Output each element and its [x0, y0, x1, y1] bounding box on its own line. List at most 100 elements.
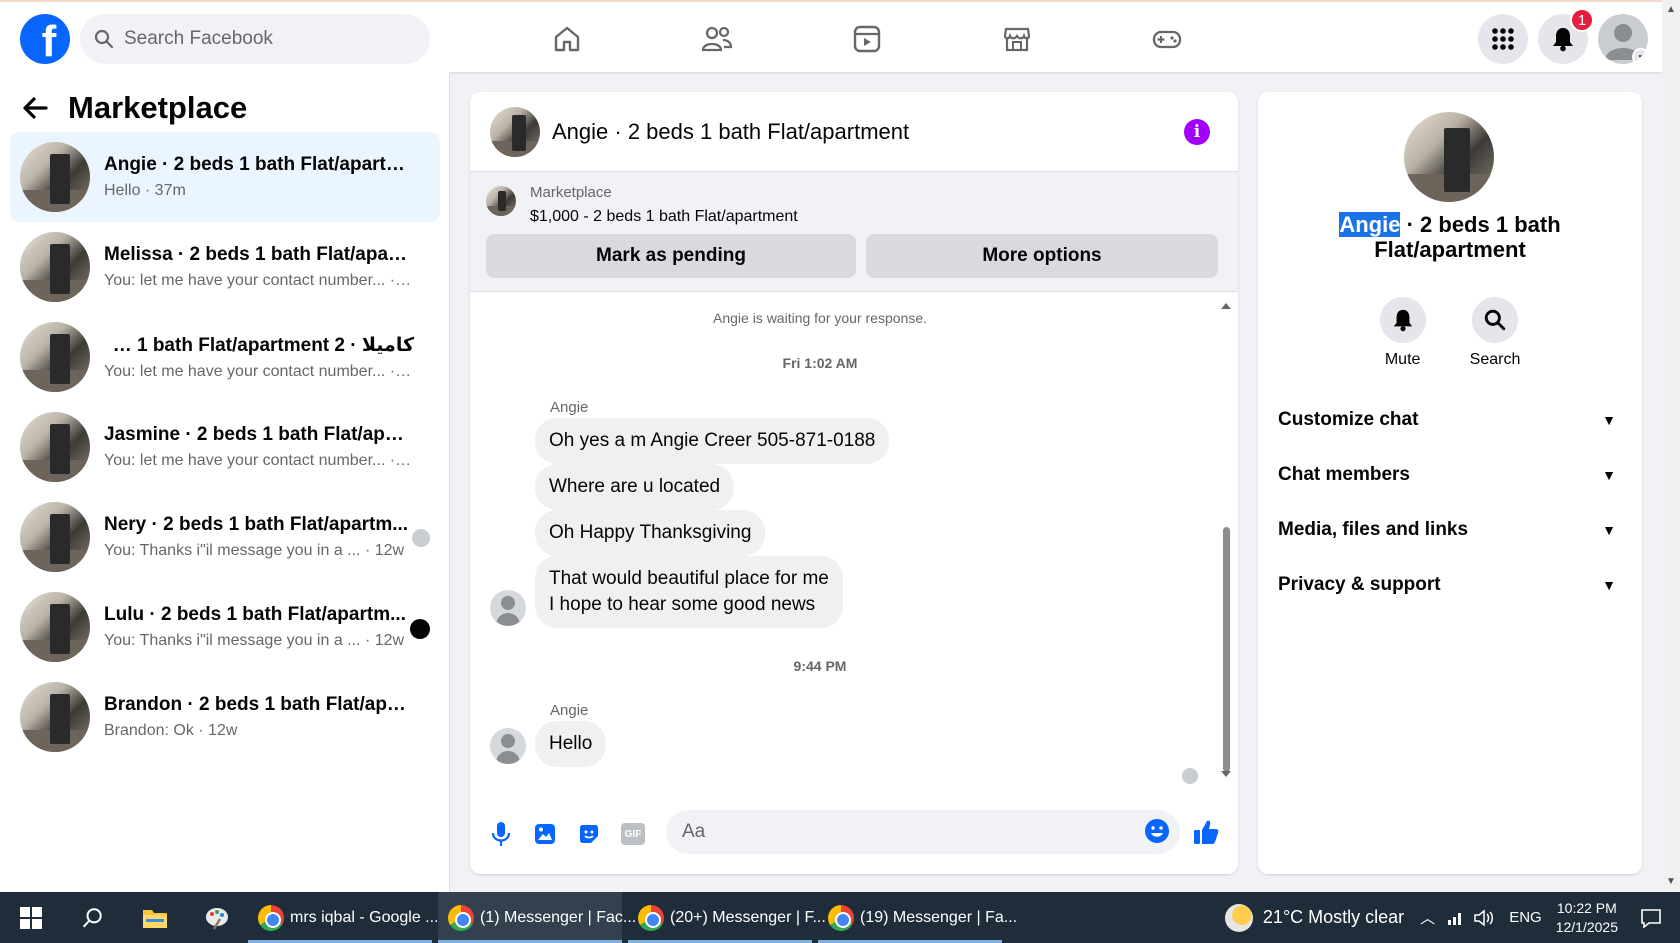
conversation-name: Nery · 2 beds 1 bath Flat/apartm... [104, 514, 409, 535]
weather-text[interactable]: 21°C Mostly clear [1263, 907, 1404, 928]
video-reels-icon[interactable] [792, 16, 942, 62]
message-composer: GIF [470, 804, 1238, 864]
notifications-button[interactable]: 1 [1538, 8, 1594, 64]
facebook-logo-icon[interactable]: f [20, 14, 70, 64]
message-bubble[interactable]: Where are u located [535, 464, 735, 510]
message-bubble[interactable]: Hello [535, 721, 607, 767]
conversation-item[interactable]: Angie · 2 beds 1 bath Flat/apartme... He… [10, 132, 440, 222]
photo-icon[interactable] [532, 821, 558, 847]
conversation-name: Angie · 2 beds 1 bath Flat/apartme... [104, 154, 414, 175]
conversation-item[interactable]: كاميلا · 2 beds 1 bath Flat/apartment Yo… [10, 312, 440, 402]
page-scrollbar[interactable]: ▲ ▼ [1662, 0, 1680, 892]
chat-scrollbar[interactable] [1220, 302, 1232, 782]
conversation-name: Melissa · 2 beds 1 bath Flat/apart... [104, 244, 414, 265]
timestamp: 9:44 PM [793, 658, 847, 674]
scroll-up-icon[interactable]: ▲ [1666, 4, 1676, 15]
more-options-button[interactable]: More options [866, 234, 1218, 278]
privacy-support-section[interactable]: Privacy & support ▼ [1278, 557, 1622, 612]
taskbar-app-chrome[interactable]: (1) Messenger | Fac... [438, 892, 636, 943]
gaming-icon[interactable] [1092, 16, 1242, 62]
section-label: Chat members [1278, 463, 1410, 485]
sender-avatar [490, 728, 526, 764]
taskbar-app-chrome[interactable]: (19) Messenger | Fa... [818, 892, 1017, 943]
mute-button[interactable]: Mute [1379, 297, 1426, 369]
listing-mini-thumbnail[interactable] [486, 186, 516, 216]
volume-icon[interactable] [1473, 908, 1495, 927]
sticker-icon[interactable] [576, 821, 602, 847]
conversation-item[interactable]: Lulu · 2 beds 1 bath Flat/apartm... You:… [10, 582, 440, 672]
show-hidden-icons-chevron-icon[interactable]: ︿ [1420, 907, 1435, 928]
friends-icon[interactable] [642, 16, 792, 62]
bell-icon [1393, 309, 1412, 332]
listing-thumbnail [20, 682, 90, 752]
conversation-item[interactable]: Brandon · 2 beds 1 bath Flat/apart... Br… [10, 672, 440, 762]
taskbar-app-chrome[interactable]: (20+) Messenger | F... [628, 892, 826, 943]
chat-title[interactable]: Angie · 2 beds 1 bath Flat/apartment [552, 119, 909, 145]
customize-chat-section[interactable]: Customize chat ▼ [1278, 392, 1622, 447]
conversation-name: Brandon · 2 beds 1 bath Flat/apart... [104, 694, 414, 715]
section-label: Customize chat [1278, 408, 1419, 430]
highlighted-name: Angie [1339, 212, 1401, 237]
thumbs-up-icon[interactable] [1192, 818, 1220, 846]
search-icon [94, 29, 114, 49]
message-input-wrapper[interactable] [666, 810, 1180, 854]
network-icon[interactable] [1447, 910, 1465, 926]
scroll-down-icon[interactable] [1220, 770, 1232, 778]
main-nav-tabs [492, 16, 1242, 62]
info-listing-thumbnail[interactable] [1404, 112, 1494, 202]
conversation-preview: You: let me have your contact number... … [104, 272, 414, 289]
notification-center-icon[interactable] [1640, 908, 1662, 928]
info-icon[interactable]: i [1184, 119, 1210, 145]
mark-as-pending-button[interactable]: Mark as pending [486, 234, 856, 278]
info-sections: Customize chat ▼ Chat members ▼ Media, f… [1278, 392, 1622, 612]
taskbar-search-icon[interactable] [62, 892, 124, 943]
conversation-name: Jasmine · 2 beds 1 bath Flat/apart... [104, 424, 414, 445]
search-box[interactable] [80, 14, 430, 64]
search-icon [1484, 309, 1506, 331]
listing-price[interactable]: $1,000 - 2 beds 1 bath Flat/apartment [530, 208, 798, 226]
home-icon[interactable] [492, 16, 642, 62]
search-in-conversation-button[interactable]: Search [1470, 297, 1520, 369]
read-receipt-icon [1182, 768, 1198, 784]
message-bubble[interactable]: Oh Happy Thanksgiving [535, 510, 766, 556]
menu-grid-button[interactable] [1478, 14, 1528, 64]
listing-thumbnail [20, 412, 90, 482]
weather-icon[interactable] [1224, 903, 1253, 932]
taskbar-app-label: (19) Messenger | Fa... [860, 908, 1018, 926]
system-tray: 21°C Mostly clear ︿ ENG 10:22 PM 12/1/20… [1224, 892, 1680, 943]
gif-icon[interactable]: GIF [620, 821, 646, 847]
back-arrow-icon[interactable] [22, 96, 48, 120]
chevron-down-icon: ▼ [1602, 521, 1616, 538]
message-bubble[interactable]: That would beautiful place for me I hope… [535, 556, 843, 628]
file-explorer-icon[interactable] [124, 892, 186, 943]
conversation-item[interactable]: Nery · 2 beds 1 bath Flat/apartm... You:… [10, 492, 440, 582]
media-files-links-section[interactable]: Media, files and links ▼ [1278, 502, 1622, 557]
emoji-icon[interactable] [1144, 818, 1170, 844]
microphone-icon[interactable] [488, 821, 514, 847]
clock[interactable]: 10:22 PM 12/1/2025 [1556, 899, 1618, 937]
chat-members-section[interactable]: Chat members ▼ [1278, 447, 1622, 502]
conversation-item[interactable]: Melissa · 2 beds 1 bath Flat/apart... Yo… [10, 222, 440, 312]
taskbar-app-chrome[interactable]: mrs iqbal - Google ... [248, 892, 439, 943]
message-line: I hope to hear some good news [549, 594, 816, 615]
message-bubble[interactable]: Oh yes a m Angie Creer 505-871-0188 [535, 418, 890, 464]
conversation-preview: You: let me have your contact number... … [104, 452, 414, 469]
notification-badge: 1 [1570, 8, 1594, 32]
language-indicator[interactable]: ENG [1509, 909, 1542, 926]
conversation-item[interactable]: Jasmine · 2 beds 1 bath Flat/apart... Yo… [10, 402, 440, 492]
chat-panel: Angie · 2 beds 1 bath Flat/apartment i M… [470, 92, 1238, 874]
windows-start-icon[interactable] [0, 892, 62, 943]
chat-listing-thumbnail[interactable] [490, 106, 540, 157]
message-input[interactable] [682, 821, 1122, 843]
paint-app-icon[interactable] [186, 892, 248, 943]
account-avatar-button[interactable]: ▾ [1598, 14, 1648, 64]
scroll-thumb[interactable] [1223, 527, 1230, 772]
chevron-down-icon: ▼ [1602, 466, 1616, 483]
conversation-preview: Brandon: Ok · 12w [104, 722, 238, 739]
scroll-up-icon[interactable] [1220, 302, 1232, 310]
search-input[interactable] [124, 28, 404, 50]
clock-date: 12/1/2025 [1555, 918, 1618, 935]
sender-avatar [490, 590, 526, 626]
marketplace-icon[interactable] [942, 16, 1092, 62]
scroll-down-icon[interactable]: ▼ [1666, 876, 1676, 887]
